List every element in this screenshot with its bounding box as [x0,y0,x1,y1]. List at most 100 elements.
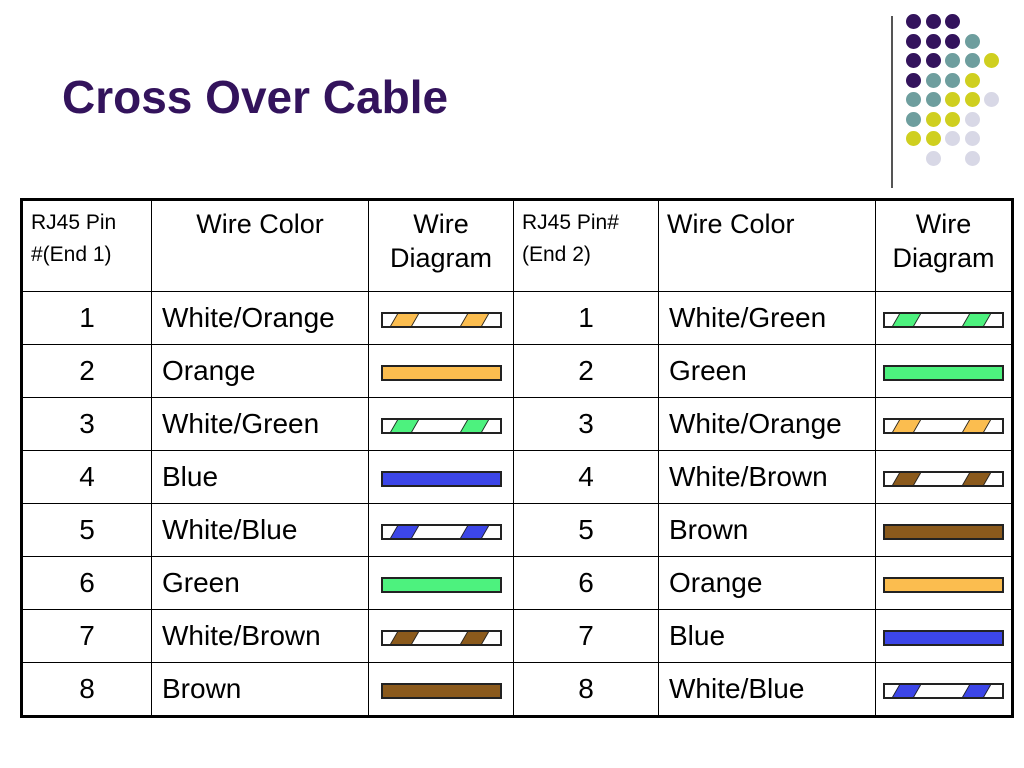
striped-wire-icon [380,311,502,328]
decorative-dot [906,72,921,88]
table-header-row: RJ45 Pin #(End 1) Wire Color Wire Diagram … [21,199,1013,292]
decorative-dot [964,33,980,49]
wire-stripe [959,313,993,326]
pin-end1: 2 [21,344,152,398]
wire-diagram-cell [875,397,1013,451]
pin-end2: 7 [513,609,659,663]
header-wire-diagram-end1: Wire Diagram [368,199,514,292]
solid-wire-icon [380,576,502,593]
decorative-dot [925,72,941,88]
decorative-dot [945,33,960,49]
wire-diagram-cell [875,609,1013,663]
decorative-dot [945,111,960,127]
wire-stripe [889,684,923,697]
decorative-dot [906,33,921,49]
wire-stripe [889,472,923,485]
solid-wire-icon [883,576,1004,593]
wire-stripe [457,525,490,538]
decorative-dot [906,53,921,68]
decorative-dot [925,14,941,29]
solid-wire-icon [380,470,502,487]
wire-stripe [959,419,993,432]
wire-stripe [387,419,420,432]
decorative-dot [945,131,960,146]
pin-end1: 5 [21,503,152,557]
wire-diagram-cell [875,503,1013,557]
pin-end2: 4 [513,450,659,504]
striped-wire-icon [883,311,1004,328]
pin-end1: 1 [21,291,152,345]
pin-end2: 2 [513,344,659,398]
decorative-dot [984,92,999,107]
wire-color-end1: White/Brown [151,609,369,663]
striped-wire-icon [380,629,502,646]
decorative-dot [925,53,941,68]
wire-diagram-cell [368,662,514,717]
striped-wire-icon [380,523,502,540]
crossover-pinout-table: RJ45 Pin #(End 1) Wire Color Wire Diagram … [20,198,1014,718]
solid-wire-icon [883,364,1004,381]
wire-diagram-cell [368,609,514,663]
table-row: 5 White/Blue 5 Brown [21,503,1013,557]
decorative-dot [906,111,921,127]
decorative-dot [945,53,960,68]
pin-end2: 1 [513,291,659,345]
decorative-dot-grid [906,14,1016,166]
pin-end2: 6 [513,556,659,610]
wire-color-end2: Brown [658,503,876,557]
table-row: 6 Green 6 Orange [21,556,1013,610]
solid-wire-icon [883,523,1004,540]
table-row: 4 Blue 4 White/Brown [21,450,1013,504]
table-row: 3 White/Green 3 White/Orange [21,397,1013,451]
solid-wire-icon [883,629,1004,646]
wire-diagram-cell [875,450,1013,504]
header-pin-end2: RJ45 Pin# (End 2) [513,199,659,292]
table-row: 7 White/Brown 7 Blue [21,609,1013,663]
decorative-dot [906,14,921,29]
decorative-dot [945,72,960,88]
wire-color-end1: White/Orange [151,291,369,345]
wire-diagram-cell [875,556,1013,610]
wire-color-end1: Orange [151,344,369,398]
decorative-dot [964,131,980,146]
decorative-dot [925,150,941,166]
wire-diagram-cell [875,344,1013,398]
wire-color-end2: Blue [658,609,876,663]
wire-color-end1: Blue [151,450,369,504]
wire-diagram-cell [368,344,514,398]
wire-stripe [959,472,993,485]
wire-diagram-cell [875,291,1013,345]
solid-wire-icon [380,682,502,699]
wire-stripe [387,631,420,644]
wire-stripe [889,313,923,326]
header-wire-diagram-end2: Wire Diagram [875,199,1013,292]
wire-stripe [387,525,420,538]
decorative-dot [925,111,941,127]
decorative-dot [925,92,941,107]
solid-wire-icon [380,364,502,381]
wire-diagram-cell [368,503,514,557]
pin-end1: 7 [21,609,152,663]
wire-stripe [457,313,490,326]
wire-color-end2: Green [658,344,876,398]
decorative-dot [945,92,960,107]
wire-stripe [889,419,923,432]
wire-color-end2: White/Green [658,291,876,345]
decorative-dot [906,92,921,107]
wire-diagram-cell [368,450,514,504]
decorative-dot [964,72,980,88]
decorative-dot [964,53,980,68]
striped-wire-icon [883,470,1004,487]
wire-stripe [387,313,420,326]
pin-end2: 3 [513,397,659,451]
wire-color-end2: White/Brown [658,450,876,504]
pin-end1: 6 [21,556,152,610]
pin-end1: 3 [21,397,152,451]
wire-color-end1: White/Blue [151,503,369,557]
wire-stripe [959,684,993,697]
wire-color-end2: White/Blue [658,662,876,717]
decorative-dot [964,150,980,166]
pin-end2: 8 [513,662,659,717]
header-wire-color-end1: Wire Color [151,199,369,292]
wire-color-end1: Brown [151,662,369,717]
